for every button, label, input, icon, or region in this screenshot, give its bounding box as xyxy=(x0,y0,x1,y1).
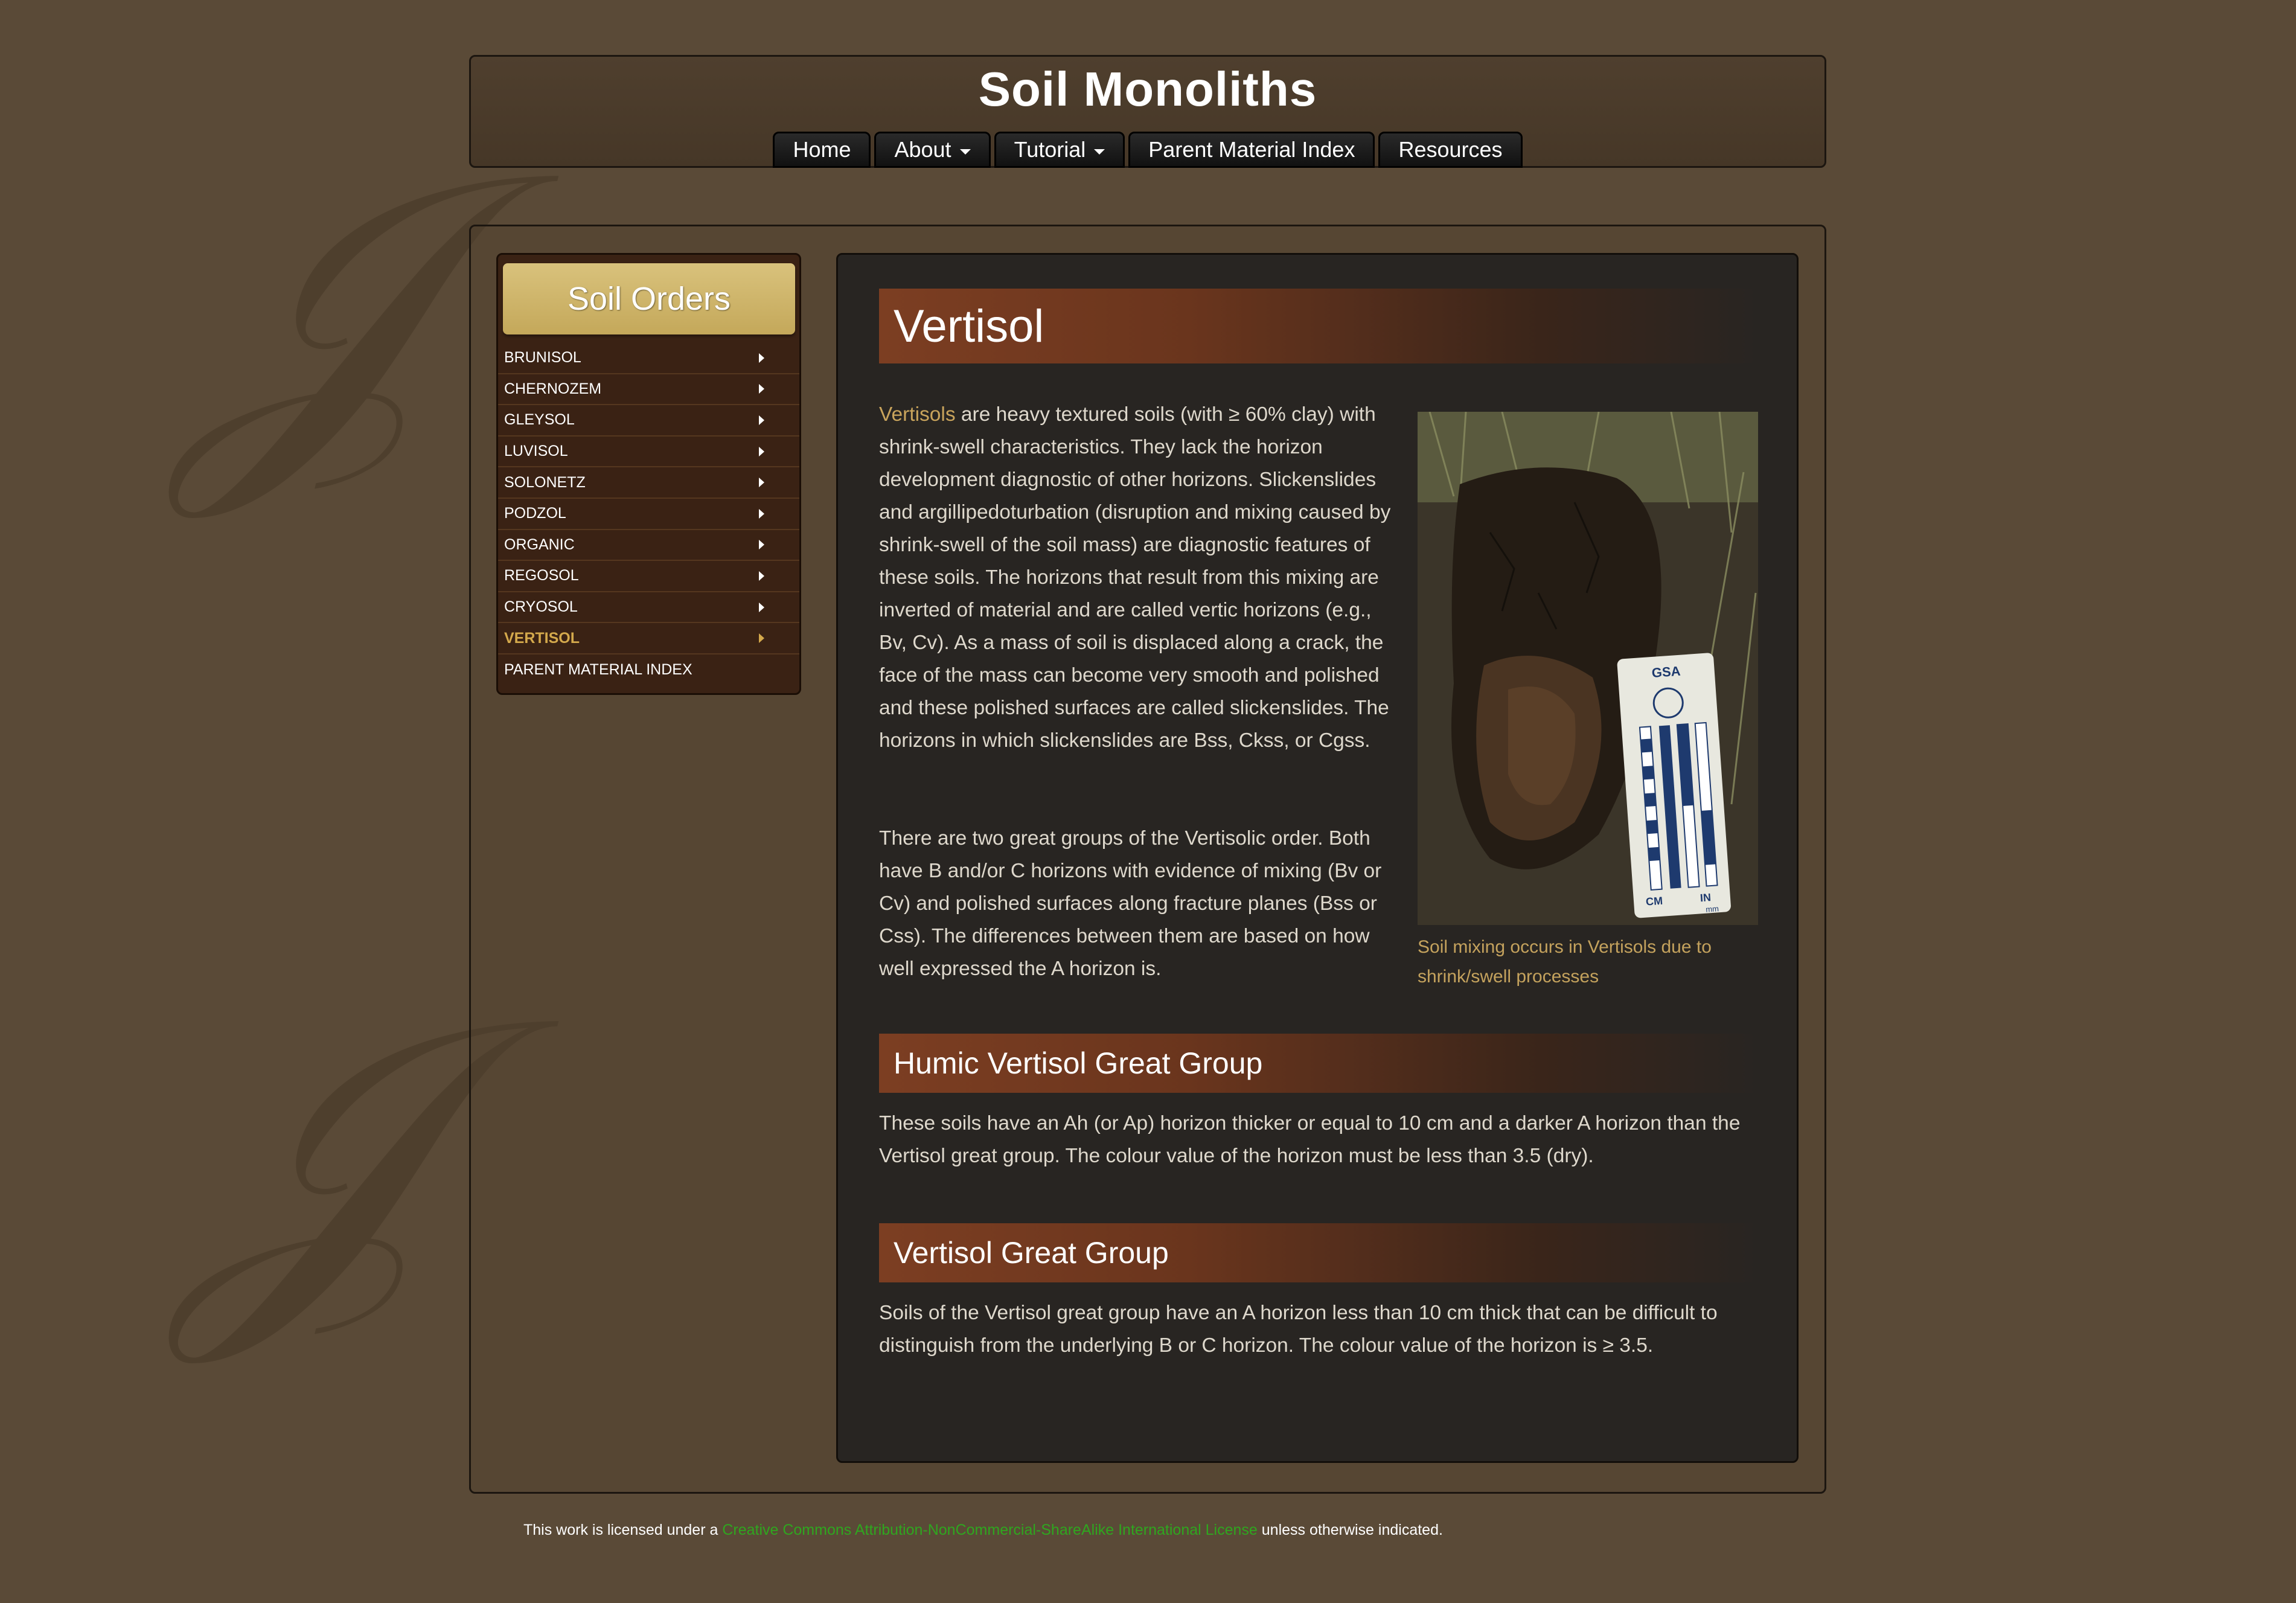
sidebar-list: BRUNISOL CHERNOZEM GLEYSOL LUVISOL SOLON… xyxy=(498,343,799,686)
main-nav: Home About Tutorial Parent Material Inde… xyxy=(471,132,1824,168)
chevron-right-icon xyxy=(759,508,764,519)
photo-caption: Soil mixing occurs in Vertisols due to s… xyxy=(1418,937,1712,987)
chevron-down-icon xyxy=(1094,149,1105,155)
sidebar-item-parent-material-index[interactable]: PARENT MATERIAL INDEX xyxy=(498,654,799,686)
sidebar-item-podzol[interactable]: PODZOL xyxy=(498,499,799,530)
soil-profile-image: GSA CM IN mm xyxy=(1418,412,1758,925)
nav-about-label: About xyxy=(894,137,951,162)
sidebar-item-brunisol[interactable]: BRUNISOL xyxy=(498,343,799,374)
footer-prefix: This work is licensed under a xyxy=(523,1521,723,1538)
sidebar-item-label: GLEYSOL xyxy=(504,411,575,429)
nav-home-label: Home xyxy=(793,137,851,162)
sidebar-item-vertisol[interactable]: VERTISOL xyxy=(498,623,799,654)
sidebar-item-label: CRYOSOL xyxy=(504,598,578,616)
vertisols-link[interactable]: Vertisols xyxy=(879,403,956,426)
sidebar-item-solonetz[interactable]: SOLONETZ xyxy=(498,467,799,499)
nav-tutorial[interactable]: Tutorial xyxy=(994,132,1125,168)
nav-parent-material-index-label: Parent Material Index xyxy=(1148,137,1355,162)
sidebar-item-label: ORGANIC xyxy=(504,536,575,553)
chevron-right-icon xyxy=(759,633,764,644)
chevron-right-icon xyxy=(759,446,764,456)
sidebar-item-label: PODZOL xyxy=(504,505,566,522)
nav-parent-material-index[interactable]: Parent Material Index xyxy=(1128,132,1375,168)
section-title-vertisol: Vertisol Great Group xyxy=(879,1223,1760,1282)
chevron-right-icon xyxy=(759,571,764,581)
sidebar-item-label: REGOSOL xyxy=(504,567,579,584)
nav-about[interactable]: About xyxy=(874,132,991,168)
sidebar-item-label: SOLONETZ xyxy=(504,473,586,491)
scale-card: GSA CM IN mm xyxy=(1617,653,1731,918)
nav-resources-label: Resources xyxy=(1398,137,1503,162)
content-panel: Vertisol Vertisols are heavy textured so… xyxy=(836,253,1799,1463)
watermark-script: 𝒥 xyxy=(181,936,440,1371)
footer-suffix: unless otherwise indicated. xyxy=(1257,1521,1443,1538)
chevron-right-icon xyxy=(759,478,764,488)
sidebar-item-label: BRUNISOL xyxy=(504,349,581,366)
chevron-right-icon xyxy=(759,384,764,394)
section-text-humic-vertisol: These soils have an Ah (or Ap) horizon t… xyxy=(879,1112,1741,1167)
scale-label-in: IN xyxy=(1700,891,1711,904)
sidebar-item-cryosol[interactable]: CRYOSOL xyxy=(498,592,799,624)
intro-text: are heavy textured soils (with ≥ 60% cla… xyxy=(879,403,1391,752)
footer: This work is licensed under a Creative C… xyxy=(523,1521,1443,1539)
sidebar-item-label: CHERNOZEM xyxy=(504,380,602,397)
section-text-vertisol: Soils of the Vertisol great group have a… xyxy=(879,1302,1718,1357)
chevron-right-icon xyxy=(759,540,764,550)
nav-home[interactable]: Home xyxy=(773,132,871,168)
sidebar-item-label: LUVISOL xyxy=(504,443,568,460)
sidebar-item-regosol[interactable]: REGOSOL xyxy=(498,561,799,592)
great-groups-paragraph: There are two great groups of the Vertis… xyxy=(879,827,1382,980)
sidebar: Soil Orders BRUNISOL CHERNOZEM GLEYSOL L… xyxy=(496,253,801,695)
sidebar-item-organic[interactable]: ORGANIC xyxy=(498,530,799,562)
watermark-script: 𝒥 xyxy=(181,91,440,526)
site-header: Soil Monoliths Home About Tutorial Paren… xyxy=(469,55,1826,168)
sidebar-item-chernozem[interactable]: CHERNOZEM xyxy=(498,374,799,406)
sidebar-item-luvisol[interactable]: LUVISOL xyxy=(498,437,799,468)
sidebar-item-label: VERTISOL xyxy=(504,629,580,647)
scale-label-cm: CM xyxy=(1645,895,1663,908)
nav-tutorial-label: Tutorial xyxy=(1014,137,1086,162)
sidebar-heading: Soil Orders xyxy=(503,263,795,334)
chevron-down-icon xyxy=(959,149,971,155)
page-title: Vertisol xyxy=(879,289,1760,363)
license-link[interactable]: Creative Commons Attribution-NonCommerci… xyxy=(722,1521,1258,1538)
sidebar-item-label: PARENT MATERIAL INDEX xyxy=(504,661,692,679)
section-title-humic-vertisol: Humic Vertisol Great Group xyxy=(879,1034,1760,1093)
nav-resources[interactable]: Resources xyxy=(1378,132,1523,168)
chevron-right-icon xyxy=(759,415,764,425)
intro-paragraph: Vertisols are heavy textured soils (with… xyxy=(879,398,1398,757)
chevron-right-icon xyxy=(759,602,764,612)
site-title: Soil Monoliths xyxy=(978,62,1317,116)
vertisol-photo: GSA CM IN mm xyxy=(1418,412,1758,925)
scale-label-gsa: GSA xyxy=(1651,664,1681,680)
chevron-right-icon xyxy=(759,353,764,363)
scale-label-mm: mm xyxy=(1706,904,1719,913)
sidebar-item-gleysol[interactable]: GLEYSOL xyxy=(498,405,799,437)
